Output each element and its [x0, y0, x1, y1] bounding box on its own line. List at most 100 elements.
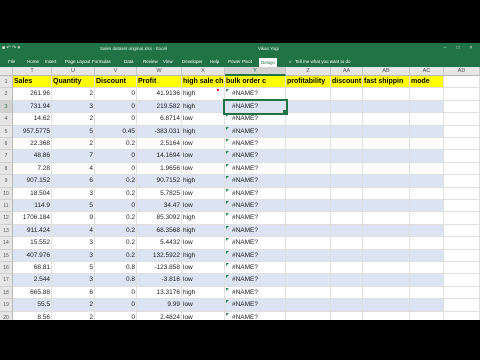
column-header-x[interactable]: X: [182, 67, 225, 76]
data-cell[interactable]: #NAME?: [225, 200, 286, 213]
empty-cell[interactable]: [363, 249, 410, 262]
row-header-17[interactable]: 17: [0, 274, 13, 287]
data-cell[interactable]: 1.9656: [137, 162, 182, 176]
row-header-13[interactable]: 13: [0, 224, 13, 238]
data-cell[interactable]: high: [182, 224, 225, 238]
empty-cell[interactable]: [286, 262, 331, 275]
ribbon-tab-help[interactable]: Help: [210, 59, 219, 64]
empty-cell[interactable]: [410, 162, 444, 176]
empty-cell[interactable]: [410, 286, 444, 300]
empty-cell[interactable]: [286, 100, 331, 114]
empty-cell[interactable]: [286, 299, 331, 312]
empty-cell[interactable]: [444, 311, 480, 320]
data-cell[interactable]: 2.5164: [137, 138, 182, 151]
column-title-cell[interactable]: profitability: [286, 76, 331, 89]
data-cell[interactable]: 18.504: [13, 187, 52, 200]
row-header-15[interactable]: 15: [0, 249, 13, 262]
row-header-11[interactable]: 11: [0, 200, 13, 213]
empty-cell[interactable]: [331, 175, 363, 188]
data-cell[interactable]: low: [182, 274, 225, 287]
empty-cell[interactable]: [286, 187, 331, 200]
row-header-10[interactable]: 10: [0, 187, 13, 200]
empty-cell[interactable]: [444, 262, 480, 275]
ribbon-tab-home[interactable]: Home: [27, 59, 39, 64]
empty-cell[interactable]: [331, 138, 363, 151]
data-cell[interactable]: 4: [52, 224, 95, 238]
data-cell[interactable]: 5: [52, 125, 95, 138]
data-cell[interactable]: low: [182, 311, 225, 320]
row-header-9[interactable]: 9: [0, 175, 13, 188]
empty-cell[interactable]: [444, 224, 480, 238]
data-cell[interactable]: 3: [52, 249, 95, 262]
empty-cell[interactable]: [410, 88, 444, 101]
empty-cell[interactable]: [363, 262, 410, 275]
empty-cell[interactable]: [410, 150, 444, 163]
ribbon-tab-design[interactable]: Design: [259, 58, 278, 67]
empty-cell[interactable]: [444, 274, 480, 287]
ribbon-tab-review[interactable]: Review: [143, 59, 158, 64]
data-cell[interactable]: 0.45: [95, 125, 137, 138]
row-header-5[interactable]: 5: [0, 125, 13, 138]
column-title-cell[interactable]: mode: [410, 76, 444, 89]
data-cell[interactable]: low: [182, 113, 225, 126]
fill-handle[interactable]: [283, 110, 287, 115]
data-cell[interactable]: -383.031: [137, 125, 182, 138]
row-header-8[interactable]: 8: [0, 162, 13, 176]
empty-cell[interactable]: [444, 138, 480, 151]
data-cell[interactable]: 0: [95, 311, 137, 320]
column-title-cell[interactable]: Quantity: [52, 76, 95, 89]
empty-cell[interactable]: [331, 150, 363, 163]
column-header-ad[interactable]: AD: [444, 67, 480, 76]
data-cell[interactable]: #NAME?: [225, 138, 286, 151]
data-cell[interactable]: 90.7152: [137, 175, 182, 188]
empty-cell[interactable]: [331, 262, 363, 275]
row-header-7[interactable]: 7: [0, 150, 13, 163]
data-cell[interactable]: 0.2: [95, 187, 137, 200]
data-cell[interactable]: 907.152: [13, 175, 52, 188]
data-cell[interactable]: 0: [95, 162, 137, 176]
data-cell[interactable]: 48.86: [13, 150, 52, 163]
select-all-corner[interactable]: [0, 67, 13, 76]
empty-cell[interactable]: [363, 138, 410, 151]
empty-cell[interactable]: [286, 200, 331, 213]
empty-cell[interactable]: [363, 299, 410, 312]
data-cell[interactable]: 14.62: [13, 113, 52, 126]
column-title-cell[interactable]: high sale ch: [182, 76, 225, 89]
data-cell[interactable]: #NAME?: [225, 113, 286, 126]
empty-cell[interactable]: [286, 162, 331, 176]
quick-access-toolbar[interactable]: ■ ↶ ↷ ▾: [2, 45, 20, 51]
data-cell[interactable]: 2: [52, 138, 95, 151]
data-cell[interactable]: low: [182, 138, 225, 151]
data-cell[interactable]: high: [182, 212, 225, 225]
data-cell[interactable]: 5: [52, 262, 95, 275]
empty-cell[interactable]: [410, 187, 444, 200]
empty-cell[interactable]: [331, 237, 363, 250]
empty-cell[interactable]: [363, 113, 410, 126]
data-cell[interactable]: 407.976: [13, 249, 52, 262]
column-header-t[interactable]: T: [13, 67, 52, 76]
empty-cell[interactable]: [410, 299, 444, 312]
row-header-18[interactable]: 18: [0, 286, 13, 300]
empty-cell[interactable]: [363, 175, 410, 188]
empty-cell[interactable]: [444, 150, 480, 163]
data-cell[interactable]: 0: [95, 113, 137, 126]
data-cell[interactable]: 665.88: [13, 286, 52, 300]
empty-cell[interactable]: [444, 125, 480, 138]
data-cell[interactable]: 261.96: [13, 88, 52, 101]
empty-cell[interactable]: [363, 200, 410, 213]
column-header-u[interactable]: U: [52, 67, 95, 76]
empty-cell[interactable]: [363, 187, 410, 200]
column-title-cell[interactable]: Profit: [137, 76, 182, 89]
column-title-cell[interactable]: bulk order c: [225, 76, 286, 89]
ribbon-tab-developer[interactable]: Developer: [182, 59, 203, 64]
row-header-6[interactable]: 6: [0, 138, 13, 151]
data-cell[interactable]: #NAME?: [225, 162, 286, 176]
data-cell[interactable]: #NAME?: [225, 125, 286, 138]
data-cell[interactable]: 5: [52, 200, 95, 213]
column-title-cell[interactable]: discount ch: [331, 76, 363, 89]
data-cell[interactable]: 7.28: [13, 162, 52, 176]
column-header-aa[interactable]: AA: [331, 67, 363, 76]
empty-cell[interactable]: [331, 125, 363, 138]
empty-cell[interactable]: [444, 100, 480, 114]
data-cell[interactable]: 9.99: [137, 299, 182, 312]
